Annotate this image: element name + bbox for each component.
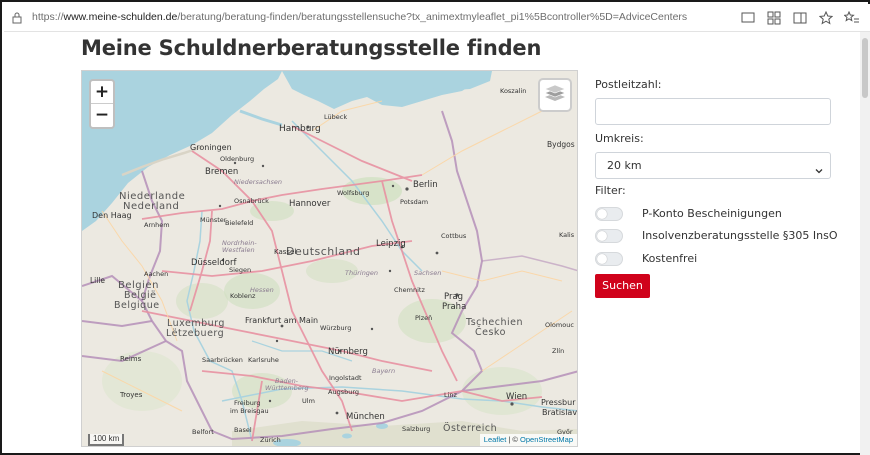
plz-input[interactable] [595,98,831,125]
map-basemap [82,71,577,446]
favorites-list-icon[interactable] [844,10,860,26]
url-path: /beratung/beratung-finden/beratungsstell… [177,11,687,23]
scrollbar-thumb[interactable] [862,38,868,98]
map-attribution: Leaflet | © OpenStreetMap [479,434,577,446]
filter-toggle-insolvenz[interactable] [595,229,623,243]
zoom-out-button[interactable]: − [91,104,113,127]
layers-icon [544,83,566,107]
toggle-knob [597,209,607,219]
url-host: www.meine-schulden.de [63,11,178,23]
grid-icon[interactable] [766,10,782,26]
leaflet-link[interactable]: Leaflet [484,435,507,444]
page-scrollbar[interactable] [860,32,870,455]
radius-select[interactable]: 20 km [595,152,831,179]
split-view-icon[interactable] [792,10,808,26]
layers-button[interactable] [538,78,572,112]
filter-label: Filter: [595,184,626,197]
radius-label: Umkreis: [595,132,644,145]
map-view[interactable]: Hamburg Bremen Hannover Berlin Potsdam L… [81,70,578,447]
address-bar-actions [740,9,860,27]
search-button[interactable]: Suchen [595,274,650,298]
plz-label: Postleitzahl: [595,78,662,91]
favorite-icon[interactable] [818,10,834,26]
osm-link[interactable]: OpenStreetMap [520,435,573,444]
browser-window: https://www.meine-schulden.de/beratung/b… [0,0,870,455]
reader-view-icon[interactable] [740,10,756,26]
map-scale: 100 km [88,434,125,446]
toggle-knob [597,254,607,264]
url-text[interactable]: https://www.meine-schulden.de/beratung/b… [32,11,687,23]
filter-toggle-kostenfrei[interactable] [595,252,623,266]
toggle-knob [597,231,607,241]
filter-label-insolvenz: Insolvenzberatungsstelle §305 InsO [642,229,838,242]
lock-icon[interactable] [10,10,24,24]
filter-label-kostenfrei: Kostenfrei [642,252,698,265]
page-title: Meine Schuldnerberatungsstelle finden [81,36,542,60]
filter-label-pkonto: P-Konto Bescheinigungen [642,207,782,220]
address-bar[interactable]: https://www.meine-schulden.de/beratung/b… [4,4,870,32]
radius-selected-value: 20 km [607,159,642,172]
filter-toggle-pkonto[interactable] [595,207,623,221]
zoom-control: + − [89,79,115,129]
attribution-separator: | © [506,435,521,444]
chevron-down-icon [814,161,824,174]
zoom-in-button[interactable]: + [91,81,113,104]
